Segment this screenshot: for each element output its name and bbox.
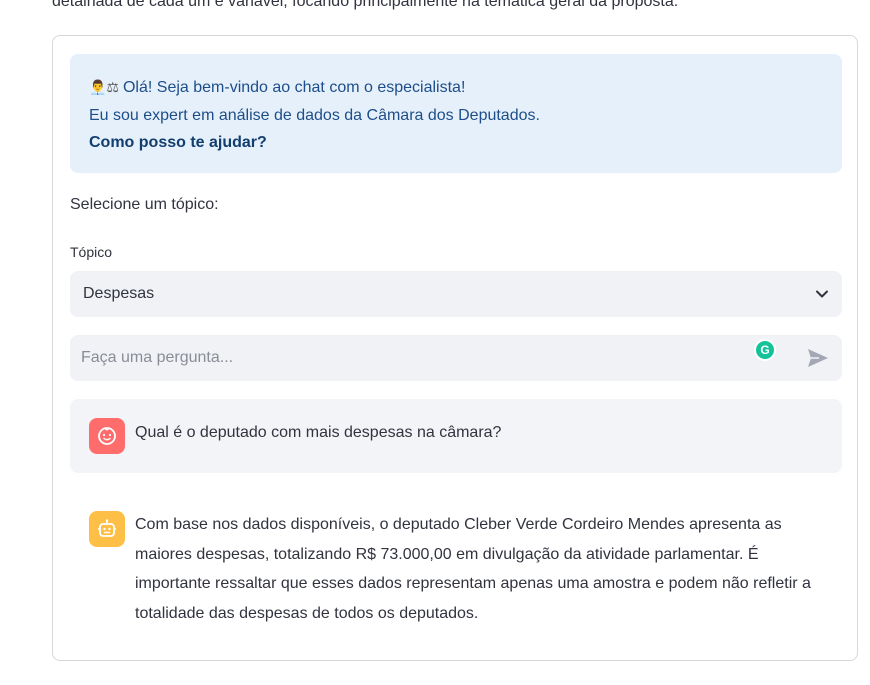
user-message-text: Qual é o deputado com mais despesas na c… <box>135 424 502 441</box>
chat-input[interactable] <box>70 335 752 381</box>
welcome-line-2: Eu sou expert em análise de dados da Câm… <box>89 107 540 124</box>
welcome-line-3: Como posso te ajudar? <box>89 134 267 151</box>
user-message: Qual é o deputado com mais despesas na c… <box>70 399 842 473</box>
welcome-line-1: Olá! Seja bem-vindo ao chat com o especi… <box>122 79 466 96</box>
topic-prompt: Selecione um tópico: <box>70 196 219 213</box>
assistant-message: Com base nos dados disponíveis, o deputa… <box>70 496 842 636</box>
topic-label: Tópico <box>70 244 113 260</box>
topic-selected-value: Despesas <box>83 285 155 302</box>
bot-avatar <box>89 511 125 547</box>
chevron-down-icon[interactable] <box>815 287 829 301</box>
topic-select[interactable]: Despesas <box>70 271 842 317</box>
intro-text: detalhada de cada um é variável, focando… <box>52 0 679 10</box>
robot-icon <box>98 519 116 537</box>
send-icon[interactable] <box>806 347 830 369</box>
user-avatar <box>89 418 125 454</box>
chat-input-box: G <box>70 335 842 381</box>
assistant-message-text: Com base nos dados disponíveis, o deputa… <box>135 516 811 622</box>
welcome-alert: 👨‍💼⚖ Olá! Seja bem-vindo ao chat com o es… <box>70 54 842 173</box>
expert-emoji-icon: 👨‍💼⚖ <box>89 80 119 96</box>
chat-container: 👨‍💼⚖ Olá! Seja bem-vindo ao chat com o es… <box>52 35 858 661</box>
user-face-icon <box>98 427 116 445</box>
grammarly-icon[interactable]: G <box>754 339 776 361</box>
